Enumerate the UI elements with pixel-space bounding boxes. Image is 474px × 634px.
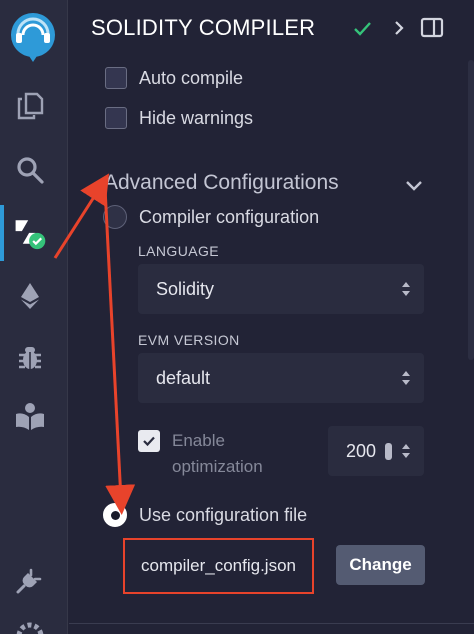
select-arrows-icon: [402, 282, 410, 296]
advanced-configurations-toggle[interactable]: Advanced Configurations: [104, 171, 339, 195]
panel-title: SOLIDITY COMPILER: [91, 15, 316, 40]
language-select[interactable]: Solidity: [138, 264, 424, 314]
runs-stepper-arrows-icon[interactable]: [400, 441, 412, 461]
compiler-configuration-label: Compiler configuration: [139, 206, 320, 227]
deploy-run-icon[interactable]: [12, 278, 48, 314]
evm-version-select-value: default: [156, 367, 211, 388]
hide-warnings-option[interactable]: Hide warnings: [105, 107, 253, 129]
remix-logo-icon[interactable]: [4, 6, 62, 64]
icon-panel: [0, 0, 68, 634]
language-label: LANGUAGE: [138, 243, 219, 259]
learneth-icon[interactable]: [12, 398, 48, 434]
hide-warnings-label: Hide warnings: [139, 107, 254, 128]
use-configuration-file-option[interactable]: Use configuration file: [103, 503, 307, 527]
solidity-compiler-icon[interactable]: [12, 214, 48, 250]
auto-compile-option[interactable]: Auto compile: [105, 67, 243, 89]
runs-spinner-thumb[interactable]: [385, 443, 392, 460]
evm-version-select[interactable]: default: [138, 353, 424, 403]
enable-optimization-label: Enable optimization: [172, 431, 263, 476]
evm-version-label: EVM VERSION: [138, 332, 240, 348]
compiler-panel: SOLIDITY COMPILER Auto compile Hide warn…: [69, 0, 474, 634]
config-file-name: compiler_config.json: [123, 538, 314, 594]
search-icon[interactable]: [12, 152, 48, 188]
auto-compile-label: Auto compile: [139, 67, 244, 88]
select-arrows-icon: [402, 371, 410, 385]
chevron-down-icon[interactable]: [403, 174, 425, 196]
hide-warnings-checkbox[interactable]: [105, 107, 127, 129]
auto-compile-checkbox[interactable]: [105, 67, 127, 89]
debugger-icon[interactable]: [12, 340, 48, 376]
use-configuration-file-label: Use configuration file: [139, 504, 308, 525]
use-configuration-file-radio[interactable]: [103, 503, 127, 527]
section-divider: [69, 623, 474, 624]
plugin-manager-icon[interactable]: [12, 562, 48, 598]
toggle-panel-icon[interactable]: [419, 15, 445, 41]
active-plugin-indicator: [0, 205, 4, 261]
optimization-runs-input[interactable]: 200: [328, 426, 424, 476]
chevron-right-icon[interactable]: [386, 15, 412, 41]
enable-optimization-checkbox[interactable]: [138, 430, 160, 452]
panel-scrollbar[interactable]: [468, 60, 474, 360]
compile-success-check-icon: [349, 15, 375, 41]
change-config-file-button[interactable]: Change: [336, 545, 425, 585]
file-explorer-icon[interactable]: [12, 88, 48, 124]
settings-icon[interactable]: [12, 618, 48, 634]
compiler-configuration-radio[interactable]: [103, 205, 127, 229]
language-select-value: Solidity: [156, 278, 215, 299]
optimization-runs-value: 200: [346, 441, 377, 461]
compiler-configuration-option[interactable]: Compiler configuration: [103, 205, 319, 229]
